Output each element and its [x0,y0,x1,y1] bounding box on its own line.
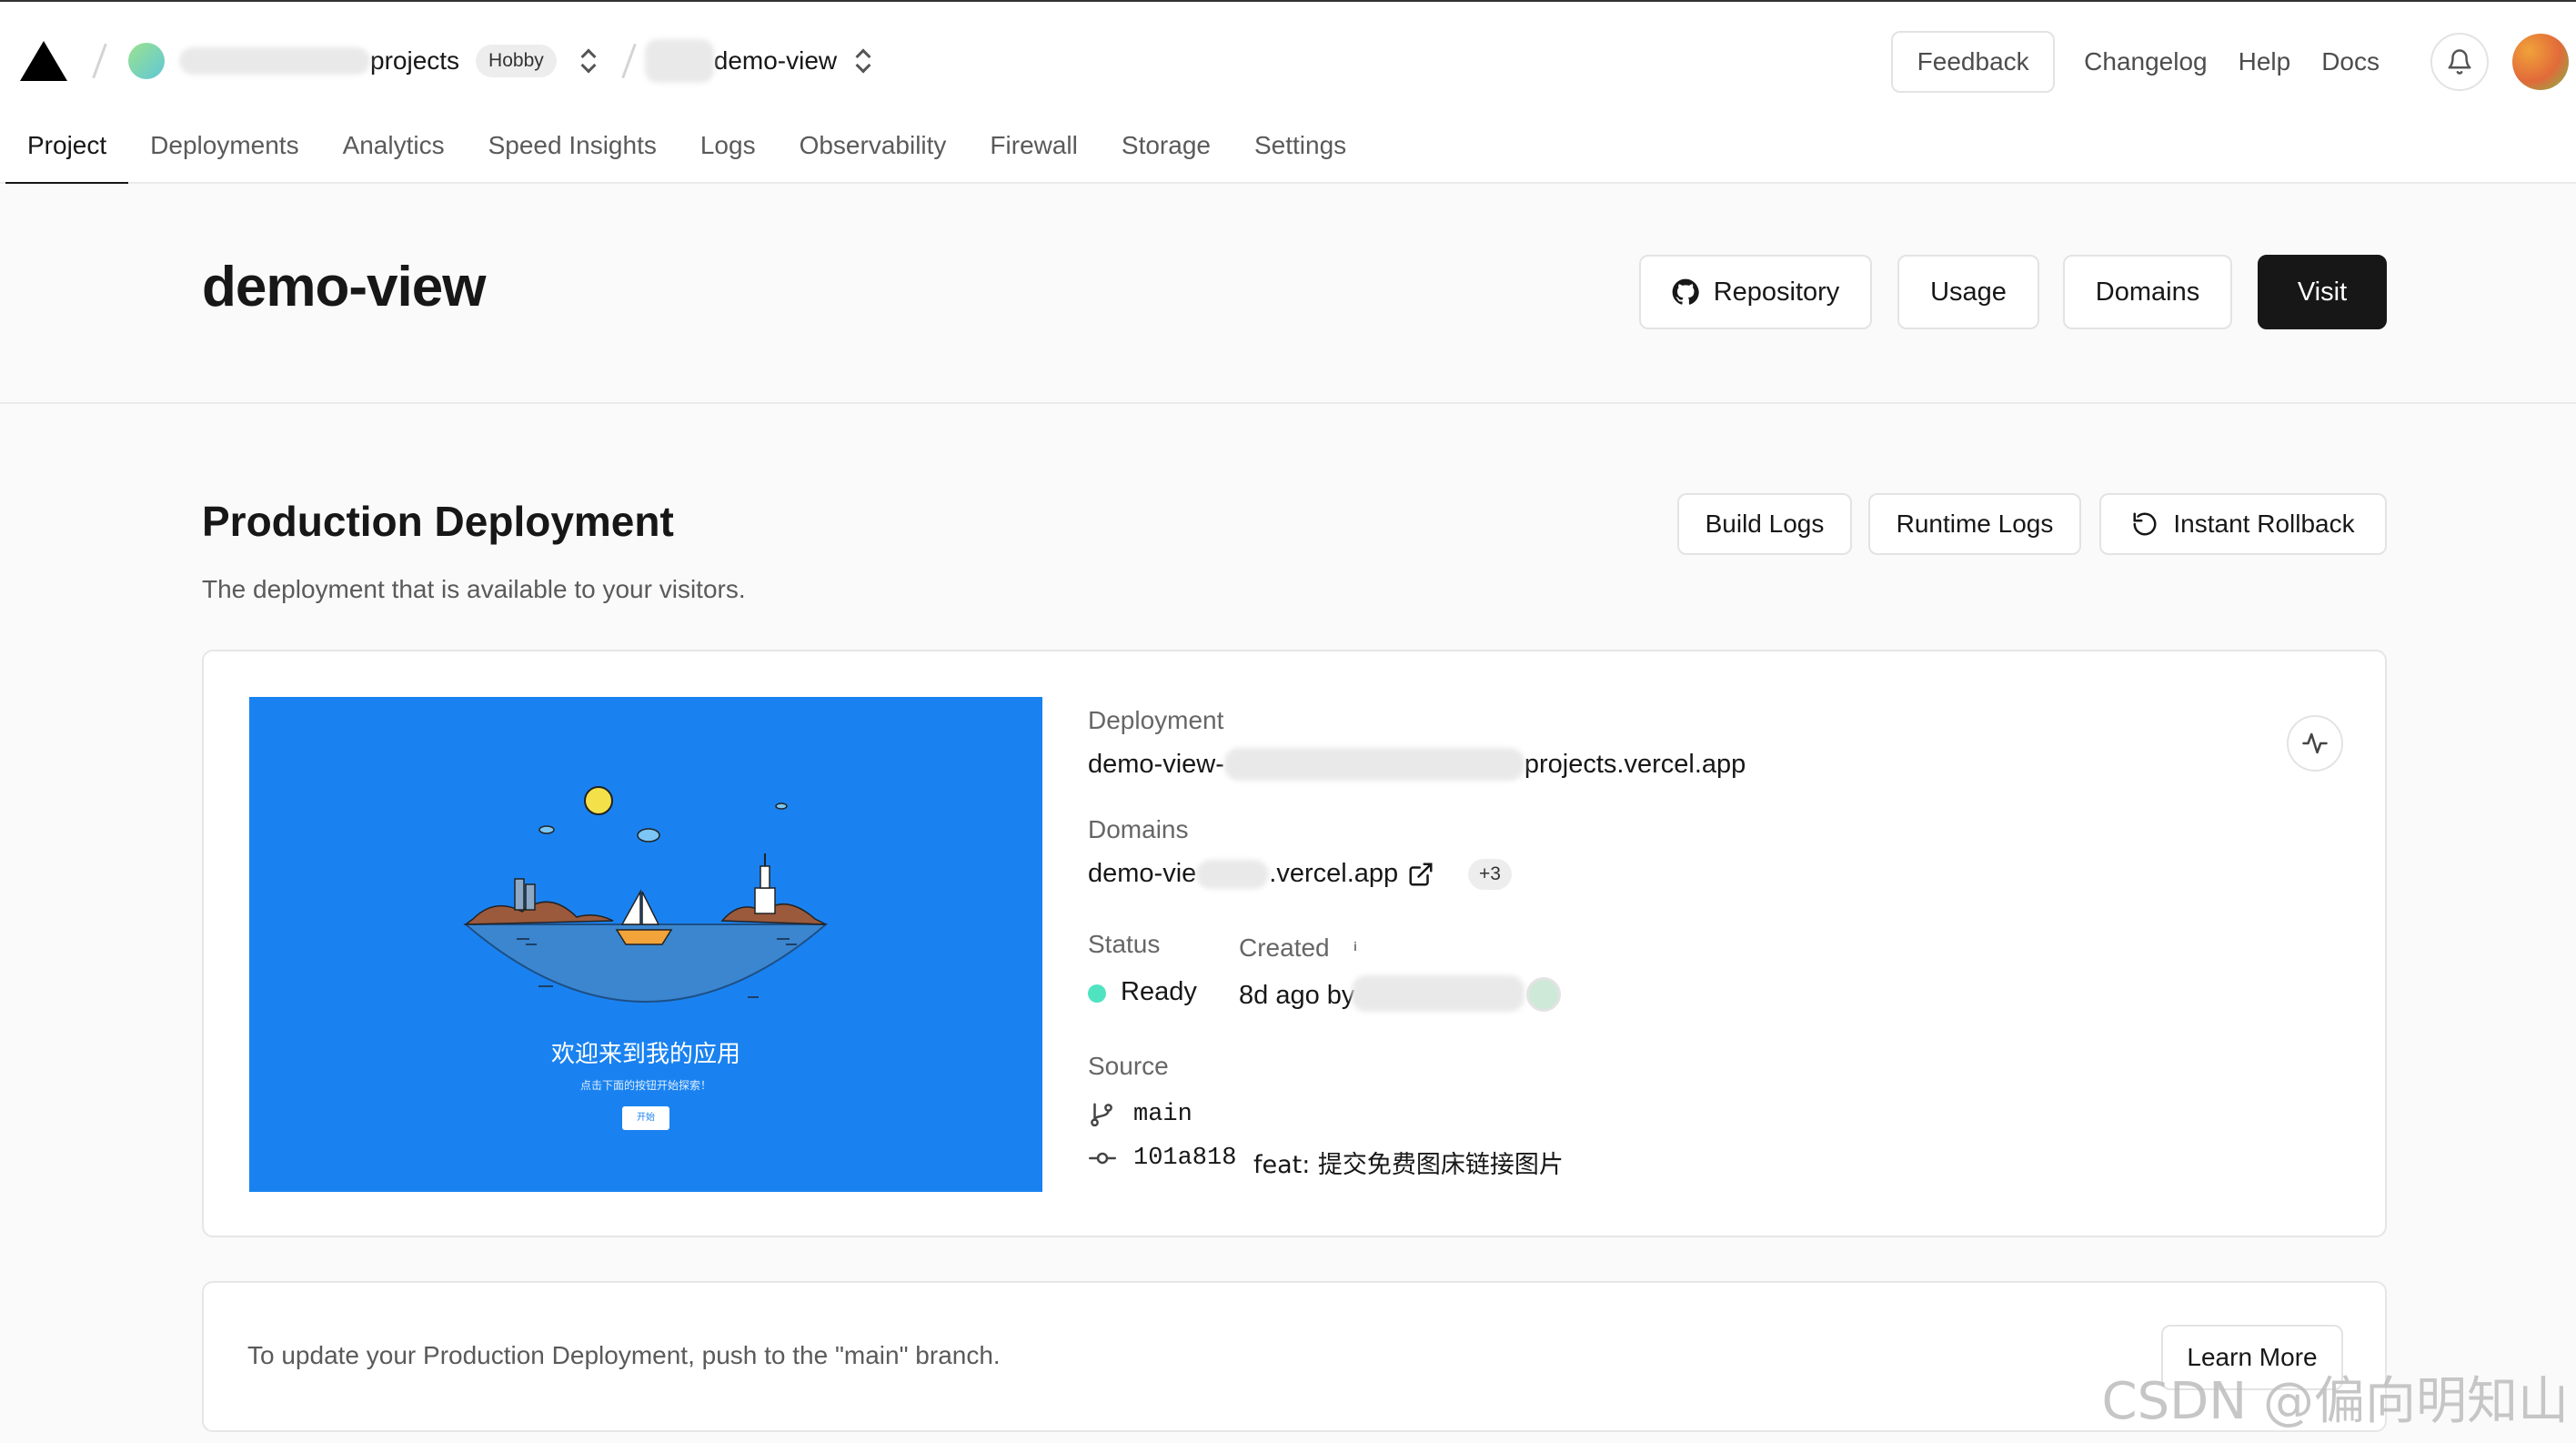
vercel-logo-icon[interactable] [20,41,67,81]
production-deployment-subtitle: The deployment that is available to your… [202,575,746,603]
visit-button[interactable]: Visit [2258,255,2387,329]
branch-name[interactable]: main [1133,1101,1192,1128]
deployment-url-start: demo-view- [1088,749,1224,779]
plan-badge: Hobby [476,45,557,77]
preview-heading: 欢迎来到我的应用 [550,1041,740,1068]
production-deployment-title: Production Deployment [202,498,674,545]
help-link[interactable]: Help [2239,47,2291,76]
team-switcher-chevron-icon[interactable] [580,47,597,75]
created-value: 8d ago by [1239,981,1355,1010]
commit-message[interactable]: feat: 提交免费图床链接图片 [1253,1145,1564,1180]
tab-deployments[interactable]: Deployments [128,126,320,186]
update-notice-card: To update your Production Deployment, pu… [202,1281,2387,1432]
domain-redacted [1196,859,1270,889]
tab-project[interactable]: Project [0,126,129,186]
creator-avatar[interactable] [1526,977,1561,1012]
creator-name-redacted [1352,975,1524,1012]
team-name-redacted [179,47,370,75]
team-avatar [128,43,165,79]
created-label: Created [1239,933,1330,962]
top-right-actions: Feedback Changelog Help Docs [1891,31,2576,93]
notifications-bell-icon[interactable] [2430,33,2489,91]
deployment-url[interactable]: demo-view- projects.vercel.app [1088,748,1746,781]
commit-hash[interactable]: 101a818 [1133,1145,1236,1172]
csdn-watermark: CSDN @偏向明知山 [2101,1372,2569,1431]
domain-end: .vercel.app [1269,859,1399,888]
breadcrumb-separator [621,43,637,79]
project-tabs: Project Deployments Analytics Speed Insi… [0,126,1368,186]
github-icon [1672,278,1699,305]
rollback-icon [2133,512,2157,536]
page-title: demo-view [202,256,486,318]
project-switcher-chevron-icon[interactable] [855,47,871,75]
repository-button[interactable]: Repository [1639,255,1872,329]
instant-rollback-button[interactable]: Instant Rollback [2099,493,2387,555]
tab-logs[interactable]: Logs [679,126,778,186]
team-name[interactable]: projects [370,46,459,76]
source-label: Source [1088,1052,1169,1080]
instant-rollback-label: Instant Rollback [2173,510,2355,538]
project-avatar-redacted [644,39,714,83]
status-label: Status [1088,930,1161,958]
domain-start: demo-vie [1088,859,1197,888]
activity-pulse-icon[interactable] [2287,715,2343,772]
docs-link[interactable]: Docs [2321,47,2380,76]
created-info-icon[interactable]: i [1346,937,1364,955]
breadcrumb-separator [92,43,107,79]
repository-label: Repository [1713,277,1840,307]
user-avatar[interactable] [2512,34,2569,90]
tab-firewall[interactable]: Firewall [968,126,1099,186]
external-link-icon [1409,863,1433,885]
tab-speed-insights[interactable]: Speed Insights [467,126,679,186]
feedback-button[interactable]: Feedback [1891,31,2056,93]
git-commit-icon [1089,1152,1116,1165]
deployment-url-end: projects.vercel.app [1524,749,1746,779]
tab-observability[interactable]: Observability [778,126,969,186]
preview-subtext: 点击下面的按钮开始探索！ [579,1079,711,1092]
breadcrumb: projects Hobby demo-view [20,38,871,84]
deployment-preview-image[interactable]: 欢迎来到我的应用 点击下面的按钮开始探索！ 开始 [249,697,1042,1192]
git-branch-icon [1091,1103,1112,1127]
usage-button[interactable]: Usage [1897,255,2039,329]
deployment-url-redacted [1223,748,1524,781]
build-logs-button[interactable]: Build Logs [1677,493,1852,555]
deployment-label: Deployment [1088,706,1224,734]
domains-button[interactable]: Domains [2063,255,2232,329]
update-notice-text: To update your Production Deployment, pu… [247,1341,1001,1369]
tab-storage[interactable]: Storage [1100,126,1233,186]
project-name[interactable]: demo-view [714,46,837,76]
domain-link[interactable]: demo-vie .vercel.app [1088,859,1434,889]
status-value: Ready [1121,977,1197,1006]
status-ready-dot [1088,984,1106,1003]
extra-domains-badge[interactable]: +3 [1468,859,1512,890]
top-navigation-bar: projects Hobby demo-view Feedback Change… [0,0,2576,186]
runtime-logs-button[interactable]: Runtime Logs [1868,493,2081,555]
preview-start-button: 开始 [622,1106,669,1130]
domains-label: Domains [1088,815,1189,843]
tab-settings[interactable]: Settings [1233,126,1368,186]
changelog-link[interactable]: Changelog [2084,47,2207,76]
deployment-card: 欢迎来到我的应用 点击下面的按钮开始探索！ 开始 Deployment demo… [202,650,2387,1237]
tab-analytics[interactable]: Analytics [321,126,467,186]
